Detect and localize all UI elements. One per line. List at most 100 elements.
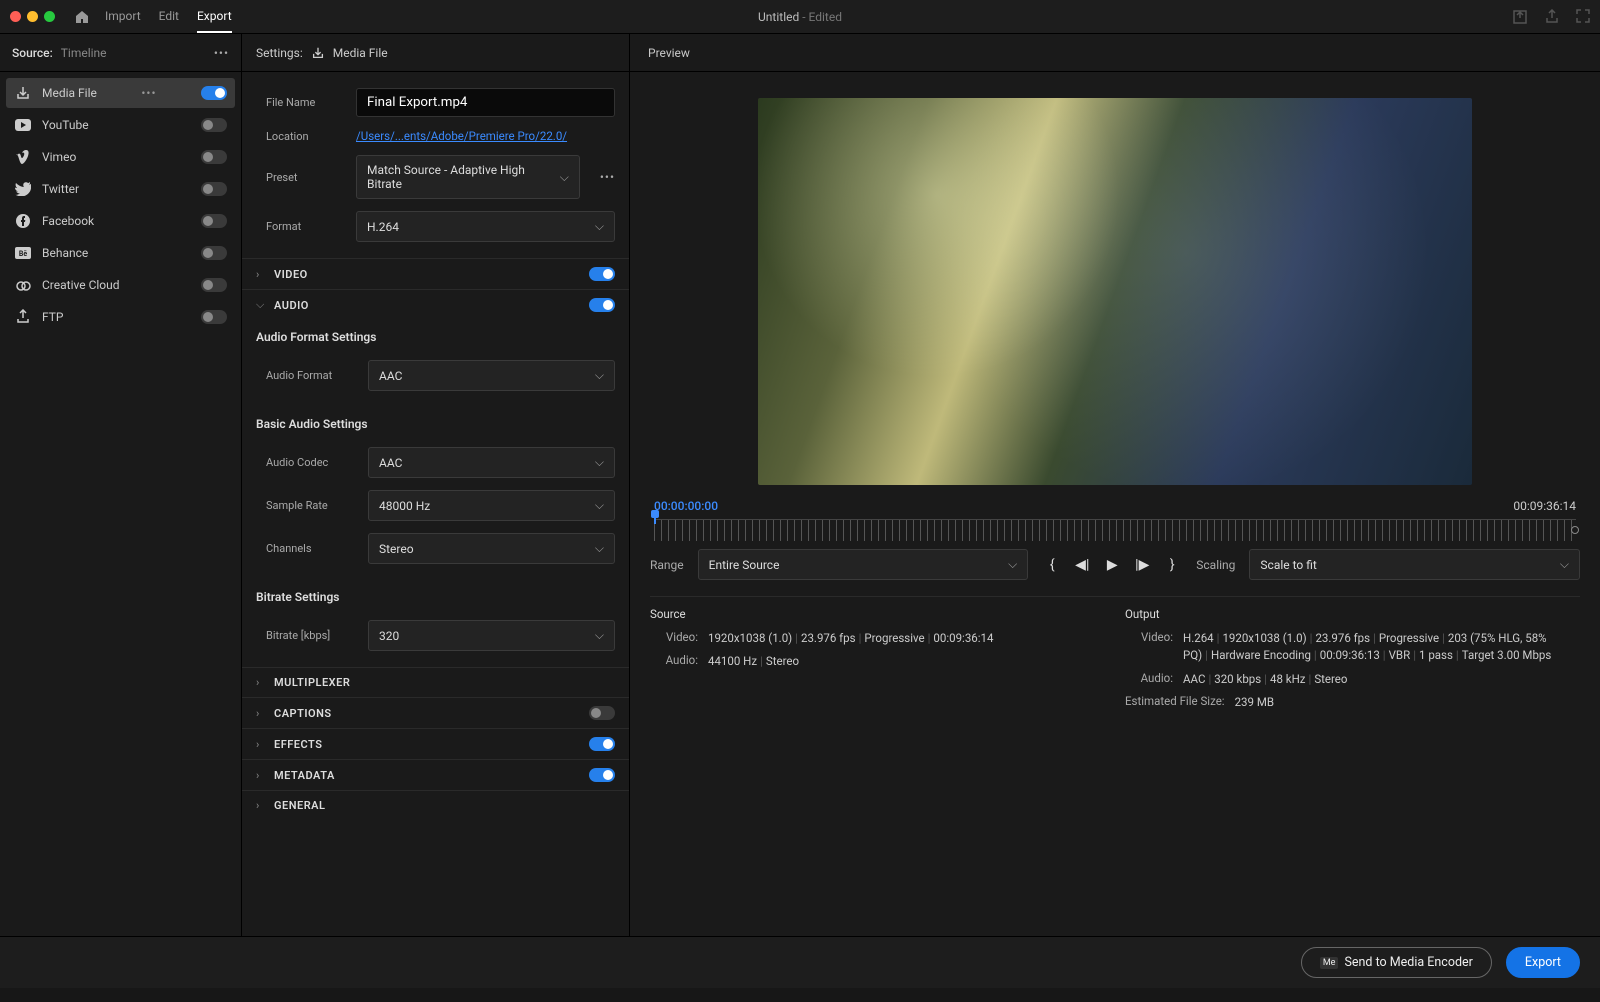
destination-toggle[interactable] (201, 310, 227, 324)
settings-dest-icon (311, 46, 325, 60)
output-section-title: Output (1125, 607, 1580, 621)
window-controls (10, 11, 55, 22)
destination-behance[interactable]: Bē Behance (6, 238, 235, 268)
playhead[interactable] (654, 514, 656, 524)
mark-out-button[interactable]: } (1162, 557, 1182, 573)
send-to-media-encoder-button[interactable]: Me Send to Media Encoder (1301, 947, 1492, 978)
audio-format-select[interactable]: AAC⌵ (368, 360, 615, 391)
settings-panel: Settings: Media File File Name Location … (242, 34, 630, 936)
section-effects[interactable]: › EFFECTS (242, 728, 629, 759)
chevron-right-icon: › (256, 738, 266, 751)
footer-bar: Me Send to Media Encoder Export (0, 936, 1600, 988)
destination-youtube[interactable]: YouTube (6, 110, 235, 140)
destination-toggle[interactable] (201, 150, 227, 164)
minimize-window-icon[interactable] (27, 11, 38, 22)
chevron-down-icon: ⌵ (1008, 557, 1017, 572)
chevron-down-icon: ⌵ (256, 298, 266, 312)
format-select[interactable]: H.264 ⌵ (356, 211, 615, 242)
destination-creative-cloud[interactable]: Creative Cloud (6, 270, 235, 300)
output-video-value: H.264|1920x1038 (1.0)|23.976 fps|Progres… (1183, 630, 1580, 665)
audio-toggle[interactable] (589, 298, 615, 312)
destination-twitter[interactable]: Twitter (6, 174, 235, 204)
destination-toggle[interactable] (201, 246, 227, 260)
destination-ftp[interactable]: FTP (6, 302, 235, 332)
captions-toggle[interactable] (589, 706, 615, 720)
output-audio-label: Audio: (1125, 671, 1173, 688)
video-toggle[interactable] (589, 267, 615, 281)
audio-format-label: Audio Format (266, 369, 356, 382)
sample-rate-select[interactable]: 48000 Hz⌵ (368, 490, 615, 521)
source-audio-label: Audio: (650, 653, 698, 670)
share-icon[interactable] (1544, 9, 1560, 25)
output-audio-value: AAC|320 kbps|48 kHz|Stereo (1183, 671, 1580, 688)
source-section-title: Source (650, 607, 1105, 621)
document-title: Untitled - Edited (758, 10, 842, 24)
media-encoder-icon: Me (1320, 957, 1339, 969)
section-general[interactable]: › GENERAL (242, 790, 629, 820)
section-captions[interactable]: › CAPTIONS (242, 697, 629, 728)
tab-export[interactable]: Export (197, 1, 232, 33)
destination-facebook[interactable]: Facebook (6, 206, 235, 236)
channels-label: Channels (266, 542, 356, 555)
section-video[interactable]: › VIDEO (242, 258, 629, 289)
destination-media-file[interactable]: Media File ••• (6, 78, 235, 108)
source-label: Source: (12, 46, 53, 60)
preview-monitor[interactable] (758, 98, 1472, 485)
scaling-select[interactable]: Scale to fit⌵ (1249, 549, 1580, 580)
destination-label: Twitter (42, 182, 79, 196)
location-link[interactable]: /Users/...ents/Adobe/Premiere Pro/22.0/ (356, 129, 567, 143)
preset-select[interactable]: Match Source - Adaptive High Bitrate ⌵ (356, 155, 580, 199)
chevron-down-icon: ⌵ (595, 628, 604, 643)
timeline-ruler[interactable] (654, 519, 1576, 541)
tab-import[interactable]: Import (105, 1, 141, 33)
chevron-right-icon: › (256, 707, 266, 720)
section-metadata[interactable]: › METADATA (242, 759, 629, 790)
bitrate-select[interactable]: 320⌵ (368, 620, 615, 651)
export-button[interactable]: Export (1506, 947, 1580, 978)
timecode-in[interactable]: 00:00:00:00 (654, 499, 718, 513)
destination-toggle[interactable] (201, 86, 227, 100)
out-marker[interactable] (1571, 526, 1579, 534)
effects-toggle[interactable] (589, 737, 615, 751)
section-multiplexer[interactable]: › MULTIPLEXER (242, 667, 629, 697)
step-back-button[interactable]: ◀| (1072, 557, 1092, 573)
file-name-input[interactable] (356, 88, 615, 117)
destination-toggle[interactable] (201, 182, 227, 196)
destination-toggle[interactable] (201, 214, 227, 228)
tab-edit[interactable]: Edit (159, 1, 179, 33)
chevron-right-icon: › (256, 769, 266, 782)
audio-codec-select[interactable]: AAC⌵ (368, 447, 615, 478)
quick-export-icon[interactable] (1512, 9, 1528, 25)
range-select[interactable]: Entire Source⌵ (698, 549, 1029, 580)
preset-more-button[interactable]: ••• (600, 170, 615, 184)
audio-format-settings-header: Audio Format Settings (242, 320, 629, 350)
destination-vimeo[interactable]: Vimeo (6, 142, 235, 172)
destination-toggle[interactable] (201, 118, 227, 132)
chevron-down-icon: ⌵ (595, 541, 604, 556)
fullscreen-icon[interactable] (1576, 9, 1590, 25)
destination-label: Media File (42, 86, 97, 100)
source-more-button[interactable]: ••• (214, 46, 229, 60)
destination-more-button[interactable]: ••• (141, 86, 156, 100)
scaling-label: Scaling (1196, 558, 1235, 572)
channels-select[interactable]: Stereo⌵ (368, 533, 615, 564)
audio-codec-label: Audio Codec (266, 456, 356, 469)
file-name-label: File Name (266, 96, 344, 109)
metadata-toggle[interactable] (589, 768, 615, 782)
mark-in-button[interactable]: { (1042, 557, 1062, 573)
sources-panel: Source: Timeline ••• Media File ••• YouT… (0, 34, 242, 936)
destination-label: Facebook (42, 214, 94, 228)
youtube-icon (14, 119, 32, 131)
format-value: H.264 (367, 220, 399, 234)
destination-toggle[interactable] (201, 278, 227, 292)
close-window-icon[interactable] (10, 11, 21, 22)
play-button[interactable]: ▶ (1102, 557, 1122, 573)
destination-label: FTP (42, 310, 63, 324)
source-video-label: Video: (650, 630, 698, 647)
chevron-down-icon: ⌵ (1560, 557, 1569, 572)
section-audio[interactable]: ⌵ AUDIO (242, 289, 629, 320)
maximize-window-icon[interactable] (44, 11, 55, 22)
home-button[interactable] (69, 4, 95, 30)
timecode-out[interactable]: 00:09:36:14 (1513, 499, 1576, 513)
step-forward-button[interactable]: |▶ (1132, 557, 1152, 573)
